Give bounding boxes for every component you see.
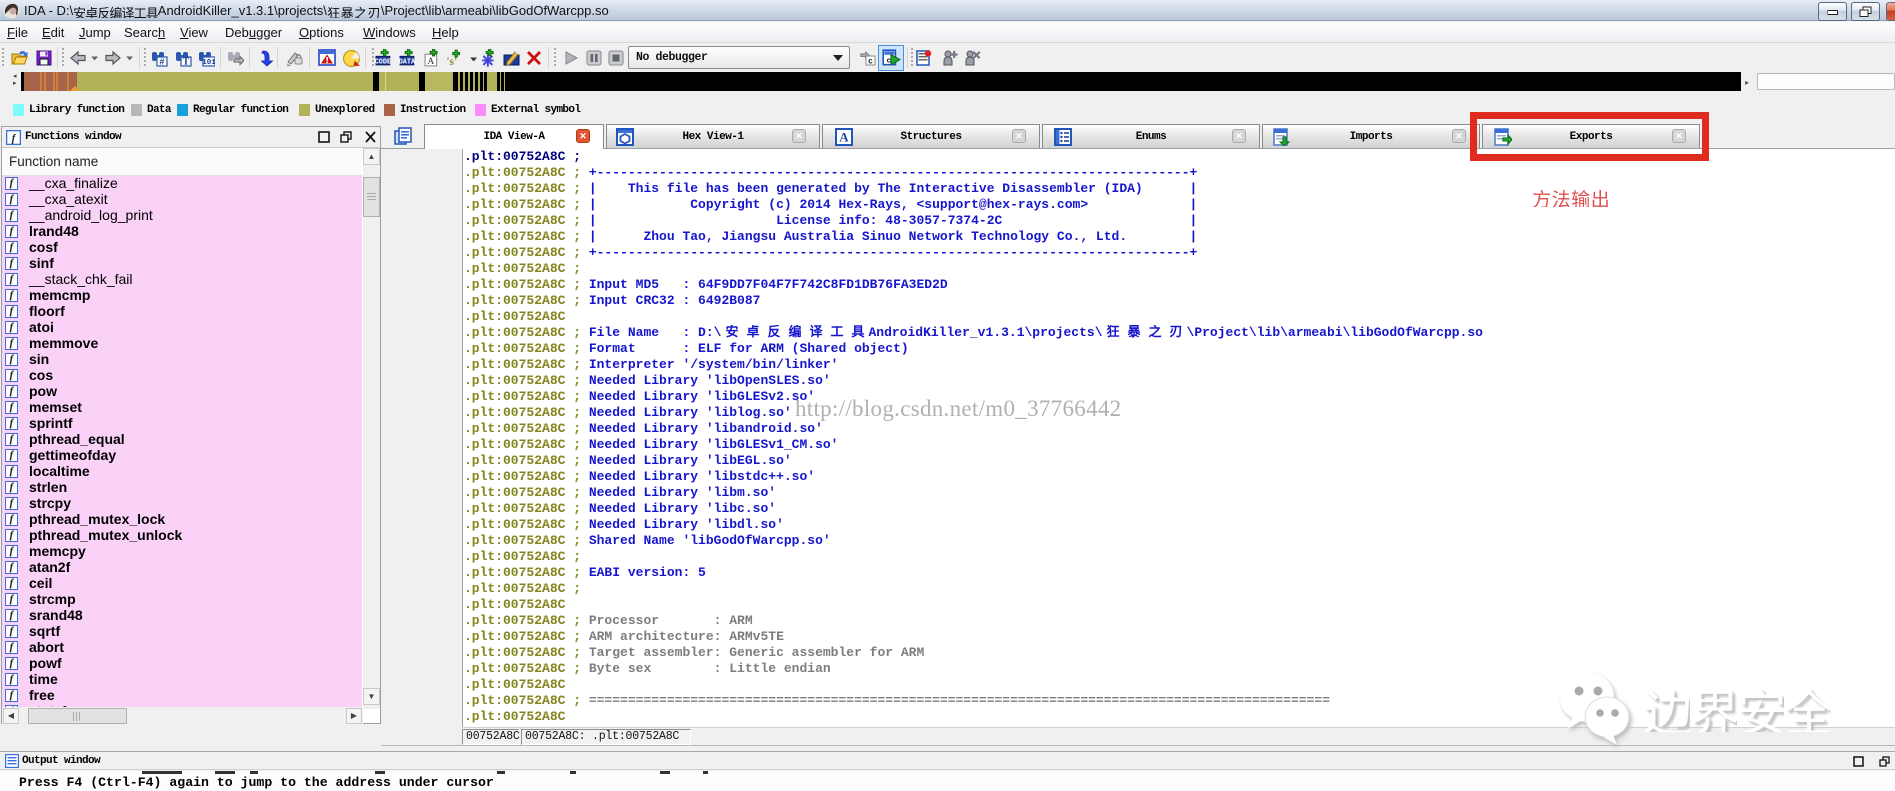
svg-text:T: T [183, 57, 190, 68]
svg-text:A: A [427, 57, 434, 67]
svg-text:#: # [159, 58, 165, 68]
svg-text:101: 101 [202, 59, 215, 67]
svg-text:CODE: CODE [375, 58, 391, 66]
svg-text:DATA: DATA [399, 58, 416, 66]
svg-text:c: c [868, 58, 873, 67]
